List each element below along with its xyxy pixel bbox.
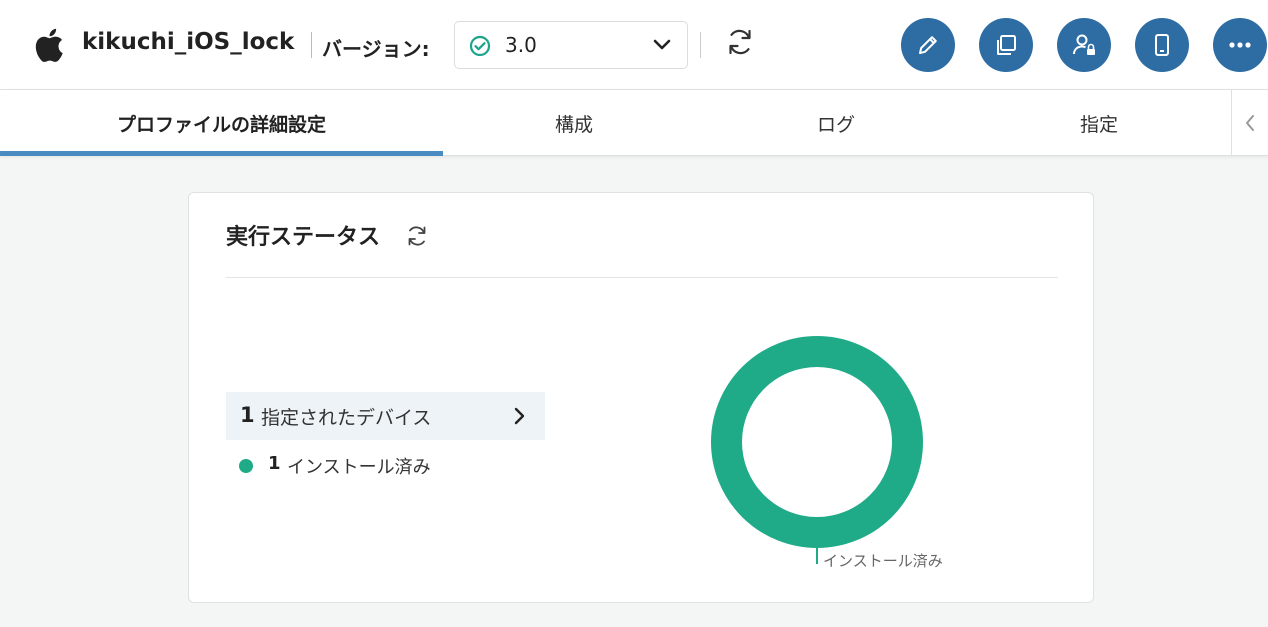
divider: [311, 32, 312, 58]
legend-dot: [239, 459, 253, 473]
installed-count: 1: [268, 453, 281, 474]
tab-label: プロファイルの詳細設定: [116, 113, 326, 136]
check-circle-icon: [469, 35, 491, 57]
donut-label: インストール済み: [823, 552, 943, 570]
donut-label-tick: [816, 548, 818, 564]
tab-label: 指定: [1079, 113, 1118, 136]
divider: [700, 32, 701, 58]
tab-configuration[interactable]: 構成: [443, 90, 705, 156]
version-label: バージョン:: [322, 37, 430, 61]
tab-bar: プロファイルの詳細設定 構成 ログ 指定: [0, 90, 1268, 156]
refresh-icon[interactable]: [724, 26, 756, 58]
version-select[interactable]: 3.0: [454, 21, 688, 69]
copy-button[interactable]: [979, 18, 1033, 72]
tab-assignment[interactable]: 指定: [967, 90, 1231, 156]
installed-label: インストール済み: [287, 457, 431, 478]
app-name: kikuchi_iOS_lock: [82, 29, 295, 55]
card-title: 実行ステータス: [226, 225, 381, 250]
chevron-right-icon: [514, 407, 525, 425]
execution-status-card: 実行ステータス 1 指定されたデバイス 1 インストール済み インストール済み: [188, 192, 1094, 603]
refresh-icon[interactable]: [405, 224, 429, 248]
copy-icon: [997, 35, 1016, 55]
chevron-down-icon: [653, 39, 671, 50]
tab-label: 構成: [554, 113, 593, 136]
chevron-left-icon: [1246, 115, 1254, 131]
tab-log[interactable]: ログ: [705, 90, 967, 156]
user-lock-icon: [1073, 34, 1095, 55]
edit-button[interactable]: [901, 18, 955, 72]
donut-slice-installed: [711, 336, 923, 548]
assigned-label: 指定されたデバイス: [261, 407, 432, 429]
collapse-panel-button[interactable]: [1231, 90, 1268, 156]
divider: [226, 277, 1058, 278]
more-icon: [1229, 42, 1251, 48]
more-button[interactable]: [1213, 18, 1267, 72]
active-tab-indicator: [0, 151, 443, 156]
apple-icon: [35, 28, 63, 62]
device-button[interactable]: [1135, 18, 1189, 72]
tab-profile-details[interactable]: プロファイルの詳細設定: [0, 90, 443, 156]
tab-label: ログ: [816, 113, 855, 136]
version-value: 3.0: [505, 33, 537, 57]
status-donut-chart: [711, 336, 923, 548]
device-icon: [1155, 34, 1169, 56]
edit-icon: [919, 36, 937, 54]
assigned-devices-link[interactable]: 1 指定されたデバイス: [226, 392, 545, 440]
header-bar: kikuchi_iOS_lock バージョン: 3.0: [0, 0, 1268, 90]
assigned-count: 1: [240, 403, 255, 427]
user-lock-button[interactable]: [1057, 18, 1111, 72]
